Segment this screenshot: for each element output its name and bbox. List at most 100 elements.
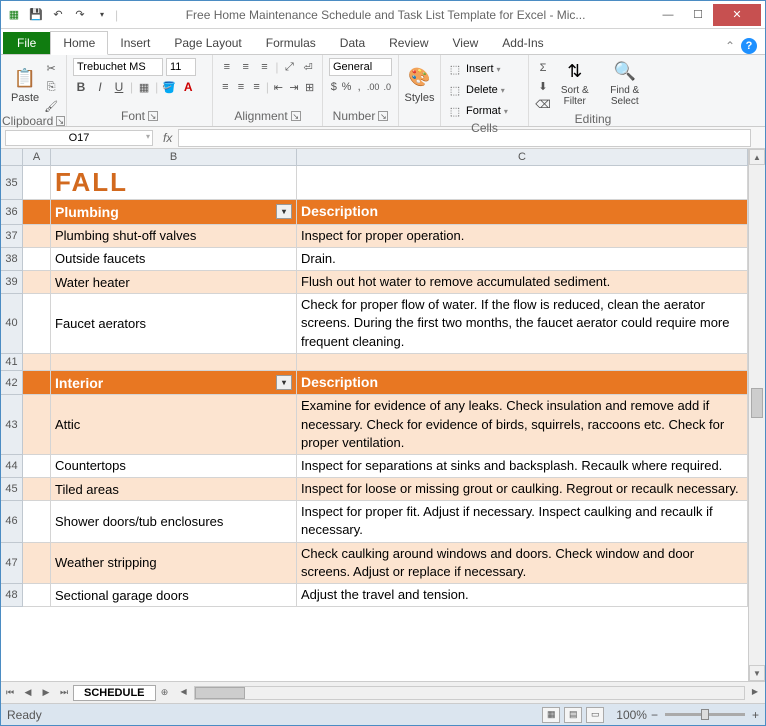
- cell[interactable]: [23, 248, 51, 271]
- cell[interactable]: [51, 354, 297, 371]
- cell[interactable]: Plumbing▾: [51, 200, 297, 225]
- number-format-combo[interactable]: General: [329, 58, 392, 76]
- cell[interactable]: [23, 166, 51, 200]
- minimize-button[interactable]: —: [653, 4, 683, 26]
- border-icon[interactable]: ▦: [136, 79, 152, 95]
- row-header[interactable]: 47: [1, 543, 23, 584]
- tab-first-icon[interactable]: ⏮: [1, 687, 19, 698]
- cell[interactable]: [297, 166, 748, 200]
- cell[interactable]: Plumbing shut-off valves: [51, 225, 297, 248]
- row-header[interactable]: 38: [1, 248, 23, 271]
- underline-icon[interactable]: U: [111, 79, 127, 95]
- tab-data[interactable]: Data: [328, 32, 377, 54]
- clear-icon[interactable]: ⌫: [535, 96, 551, 112]
- horizontal-scrollbar[interactable]: ◀▶: [194, 686, 745, 700]
- align-right-icon[interactable]: ≡: [250, 79, 263, 95]
- grid-body[interactable]: 35FALL36Plumbing▾Description37Plumbing s…: [1, 166, 748, 607]
- minimize-ribbon-icon[interactable]: ⌃: [725, 39, 735, 53]
- bold-icon[interactable]: B: [73, 79, 89, 95]
- scroll-up-icon[interactable]: ▲: [749, 149, 765, 165]
- cell[interactable]: Check for proper flow of water. If the f…: [297, 294, 748, 354]
- tab-file[interactable]: File: [3, 32, 50, 54]
- excel-icon[interactable]: ▦: [5, 6, 23, 24]
- row-header[interactable]: 37: [1, 225, 23, 248]
- row-header[interactable]: 45: [1, 478, 23, 501]
- tab-home[interactable]: Home: [50, 31, 108, 55]
- styles-button[interactable]: 🎨Styles: [405, 57, 434, 112]
- scroll-down-icon[interactable]: ▼: [749, 665, 765, 681]
- vertical-scrollbar[interactable]: ▲ ▼: [748, 149, 765, 681]
- cell[interactable]: [23, 371, 51, 396]
- cell[interactable]: Sectional garage doors: [51, 584, 297, 607]
- number-dialog-icon[interactable]: ↘: [378, 111, 388, 121]
- maximize-button[interactable]: ☐: [683, 4, 713, 26]
- cell[interactable]: Weather stripping: [51, 543, 297, 584]
- align-bottom-icon[interactable]: ≡: [257, 59, 273, 75]
- font-name-combo[interactable]: Trebuchet MS: [73, 58, 163, 76]
- zoom-in-icon[interactable]: +: [752, 708, 759, 722]
- cell[interactable]: Drain.: [297, 248, 748, 271]
- row-header[interactable]: 44: [1, 455, 23, 478]
- merge-icon[interactable]: ⊞: [303, 79, 316, 95]
- tab-insert[interactable]: Insert: [108, 32, 162, 54]
- fill-color-icon[interactable]: 🪣: [161, 79, 177, 95]
- cell[interactable]: [23, 584, 51, 607]
- cell[interactable]: Water heater: [51, 271, 297, 294]
- cell[interactable]: [23, 455, 51, 478]
- cell[interactable]: Tiled areas: [51, 478, 297, 501]
- decrease-decimal-icon[interactable]: .0: [382, 79, 392, 95]
- paste-button[interactable]: 📋Paste: [7, 57, 43, 113]
- page-layout-view-icon[interactable]: ▤: [564, 707, 582, 723]
- italic-icon[interactable]: I: [92, 79, 108, 95]
- cell[interactable]: [23, 354, 51, 371]
- row-header[interactable]: 36: [1, 200, 23, 225]
- cell[interactable]: [23, 501, 51, 542]
- cell[interactable]: Countertops: [51, 455, 297, 478]
- cell[interactable]: Faucet aerators: [51, 294, 297, 354]
- cell[interactable]: Shower doors/tub enclosures: [51, 501, 297, 542]
- cell[interactable]: Inspect for loose or missing grout or ca…: [297, 478, 748, 501]
- cell[interactable]: [23, 294, 51, 354]
- tab-prev-icon[interactable]: ◀: [19, 687, 37, 698]
- percent-icon[interactable]: %: [342, 79, 352, 95]
- save-icon[interactable]: 💾: [27, 6, 45, 24]
- row-header[interactable]: 43: [1, 395, 23, 455]
- row-header[interactable]: 40: [1, 294, 23, 354]
- format-button[interactable]: Format: [466, 105, 501, 117]
- alignment-dialog-icon[interactable]: ↘: [291, 111, 301, 121]
- select-all-corner[interactable]: [1, 149, 23, 166]
- cell[interactable]: Description: [297, 200, 748, 225]
- cell[interactable]: Check caulking around windows and doors.…: [297, 543, 748, 584]
- insert-button[interactable]: Insert: [466, 63, 494, 75]
- cell[interactable]: FALL: [51, 166, 297, 200]
- cell[interactable]: Examine for evidence of any leaks. Check…: [297, 395, 748, 455]
- new-sheet-icon[interactable]: ⊕: [156, 687, 174, 698]
- cell[interactable]: Flush out hot water to remove accumulate…: [297, 271, 748, 294]
- wrap-text-icon[interactable]: ⏎: [300, 59, 316, 75]
- cell[interactable]: Inspect for proper operation.: [297, 225, 748, 248]
- cell[interactable]: Outside faucets: [51, 248, 297, 271]
- undo-icon[interactable]: ↶: [49, 6, 67, 24]
- cell[interactable]: Adjust the travel and tension.: [297, 584, 748, 607]
- decrease-indent-icon[interactable]: ⇤: [272, 79, 285, 95]
- cell[interactable]: [23, 225, 51, 248]
- cell[interactable]: [23, 271, 51, 294]
- format-painter-icon[interactable]: 🖌: [43, 98, 59, 114]
- col-header-c[interactable]: C: [297, 149, 748, 166]
- sort-filter-button[interactable]: ⇅Sort & Filter: [551, 57, 599, 109]
- clipboard-dialog-icon[interactable]: ↘: [56, 116, 65, 126]
- filter-dropdown-icon[interactable]: ▾: [276, 204, 292, 219]
- tab-formulas[interactable]: Formulas: [254, 32, 328, 54]
- align-middle-icon[interactable]: ≡: [238, 59, 254, 75]
- find-select-button[interactable]: 🔍Find & Select: [599, 57, 652, 109]
- orientation-icon[interactable]: ⤢: [281, 59, 297, 75]
- grid[interactable]: A B C: [1, 149, 748, 166]
- row-header[interactable]: 48: [1, 584, 23, 607]
- autosum-icon[interactable]: Σ: [535, 60, 551, 76]
- cell[interactable]: [23, 543, 51, 584]
- cell[interactable]: [23, 395, 51, 455]
- row-header[interactable]: 39: [1, 271, 23, 294]
- cell[interactable]: Inspect for separations at sinks and bac…: [297, 455, 748, 478]
- sheet-tab-schedule[interactable]: SCHEDULE: [73, 685, 156, 701]
- font-dialog-icon[interactable]: ↘: [148, 111, 158, 121]
